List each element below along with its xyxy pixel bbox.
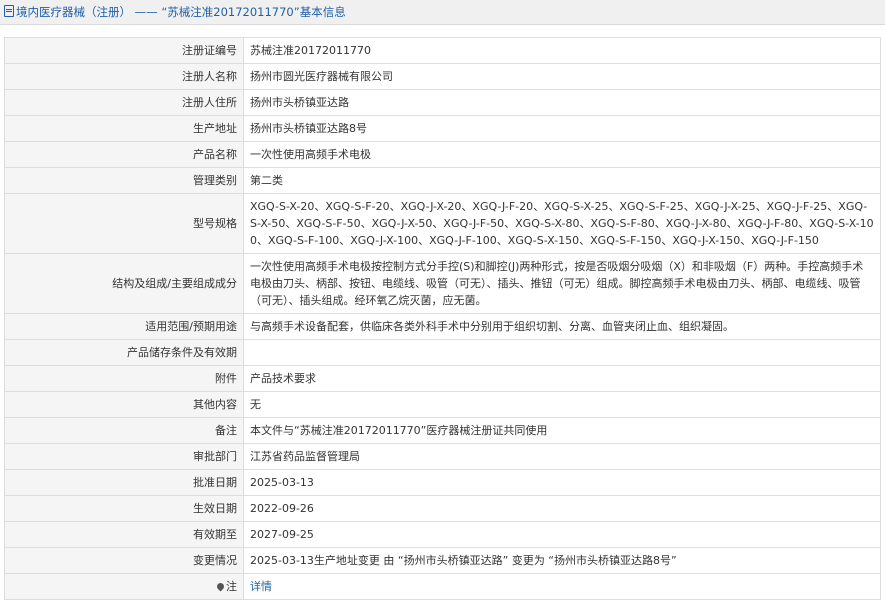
table-row: 注册人名称 扬州市圆光医疗器械有限公司 (4, 63, 881, 90)
table-row: 注册证编号 苏械注准20172011770 (4, 37, 881, 64)
row-value: 2025-03-13生产地址变更 由 “扬州市头桥镇亚达路” 变更为 “扬州市头… (243, 547, 881, 574)
row-value: XGQ-S-X-20、XGQ-S-F-20、XGQ-J-X-20、XGQ-J-F… (243, 193, 881, 254)
row-value: 一次性使用高频手术电极 (243, 141, 881, 168)
table-row: 审批部门 江苏省药品监督管理局 (4, 443, 881, 470)
row-label: 其他内容 (4, 391, 244, 418)
table-row: 批准日期 2025-03-13 (4, 469, 881, 496)
note-label-cell: 注 (4, 573, 244, 600)
document-icon (4, 5, 14, 17)
row-label: 注册证编号 (4, 37, 244, 64)
table-row: 附件 产品技术要求 (4, 365, 881, 392)
row-label: 生产地址 (4, 115, 244, 142)
pin-icon (215, 581, 226, 592)
row-value: 苏械注准20172011770 (243, 37, 881, 64)
row-label: 审批部门 (4, 443, 244, 470)
row-label: 注册人住所 (4, 89, 244, 116)
table-row: 产品名称 一次性使用高频手术电极 (4, 141, 881, 168)
header-record-title: “苏械注准20172011770”基本信息 (161, 5, 346, 19)
row-value: 第二类 (243, 167, 881, 194)
row-value: 扬州市圆光医疗器械有限公司 (243, 63, 881, 90)
table-row: 其他内容 无 (4, 391, 881, 418)
row-label: 型号规格 (4, 193, 244, 254)
row-value: 扬州市头桥镇亚达路8号 (243, 115, 881, 142)
row-value: 与高频手术设备配套，供临床各类外科手术中分别用于组织切割、分离、血管夹闭止血、组… (243, 313, 881, 340)
row-label: 适用范围/预期用途 (4, 313, 244, 340)
table-row: 结构及组成/主要组成成分 一次性使用高频手术电极按控制方式分手控(S)和脚控(J… (4, 253, 881, 314)
row-value: 2022-09-26 (243, 495, 881, 522)
row-value: 2025-03-13 (243, 469, 881, 496)
table-row: 注 详情 (4, 573, 881, 600)
table-row: 变更情况 2025-03-13生产地址变更 由 “扬州市头桥镇亚达路” 变更为 … (4, 547, 881, 574)
row-label: 批准日期 (4, 469, 244, 496)
note-value-cell: 详情 (243, 573, 881, 600)
table-row: 生产地址 扬州市头桥镇亚达路8号 (4, 115, 881, 142)
table-row: 生效日期 2022-09-26 (4, 495, 881, 522)
row-value (243, 339, 881, 366)
detail-container: 注册证编号 苏械注准20172011770 注册人名称 扬州市圆光医疗器械有限公… (0, 25, 885, 600)
row-label: 变更情况 (4, 547, 244, 574)
row-label: 结构及组成/主要组成成分 (4, 253, 244, 314)
row-label: 产品储存条件及有效期 (4, 339, 244, 366)
details-link[interactable]: 详情 (250, 580, 272, 593)
row-label: 管理类别 (4, 167, 244, 194)
page-header: 境内医疗器械（注册） —— “苏械注准20172011770”基本信息 (0, 0, 885, 25)
table-row: 型号规格 XGQ-S-X-20、XGQ-S-F-20、XGQ-J-X-20、XG… (4, 193, 881, 254)
table-row: 注册人住所 扬州市头桥镇亚达路 (4, 89, 881, 116)
table-row: 管理类别 第二类 (4, 167, 881, 194)
row-value: 2027-09-25 (243, 521, 881, 548)
row-value: 无 (243, 391, 881, 418)
row-label: 产品名称 (4, 141, 244, 168)
row-value: 本文件与“苏械注准20172011770”医疗器械注册证共同使用 (243, 417, 881, 444)
detail-table: 注册证编号 苏械注准20172011770 注册人名称 扬州市圆光医疗器械有限公… (4, 37, 881, 600)
note-label: 注 (226, 580, 237, 593)
table-row: 产品储存条件及有效期 (4, 339, 881, 366)
row-label: 附件 (4, 365, 244, 392)
row-label: 生效日期 (4, 495, 244, 522)
row-label: 注册人名称 (4, 63, 244, 90)
row-label: 有效期至 (4, 521, 244, 548)
row-label: 备注 (4, 417, 244, 444)
row-value: 扬州市头桥镇亚达路 (243, 89, 881, 116)
table-row: 适用范围/预期用途 与高频手术设备配套，供临床各类外科手术中分别用于组织切割、分… (4, 313, 881, 340)
table-row: 有效期至 2027-09-25 (4, 521, 881, 548)
row-value: 产品技术要求 (243, 365, 881, 392)
row-value: 江苏省药品监督管理局 (243, 443, 881, 470)
header-category-link[interactable]: 境内医疗器械（注册） (16, 5, 131, 19)
header-separator: —— (134, 5, 158, 19)
table-row: 备注 本文件与“苏械注准20172011770”医疗器械注册证共同使用 (4, 417, 881, 444)
row-value: 一次性使用高频手术电极按控制方式分手控(S)和脚控(J)两种形式，按是否吸烟分吸… (243, 253, 881, 314)
